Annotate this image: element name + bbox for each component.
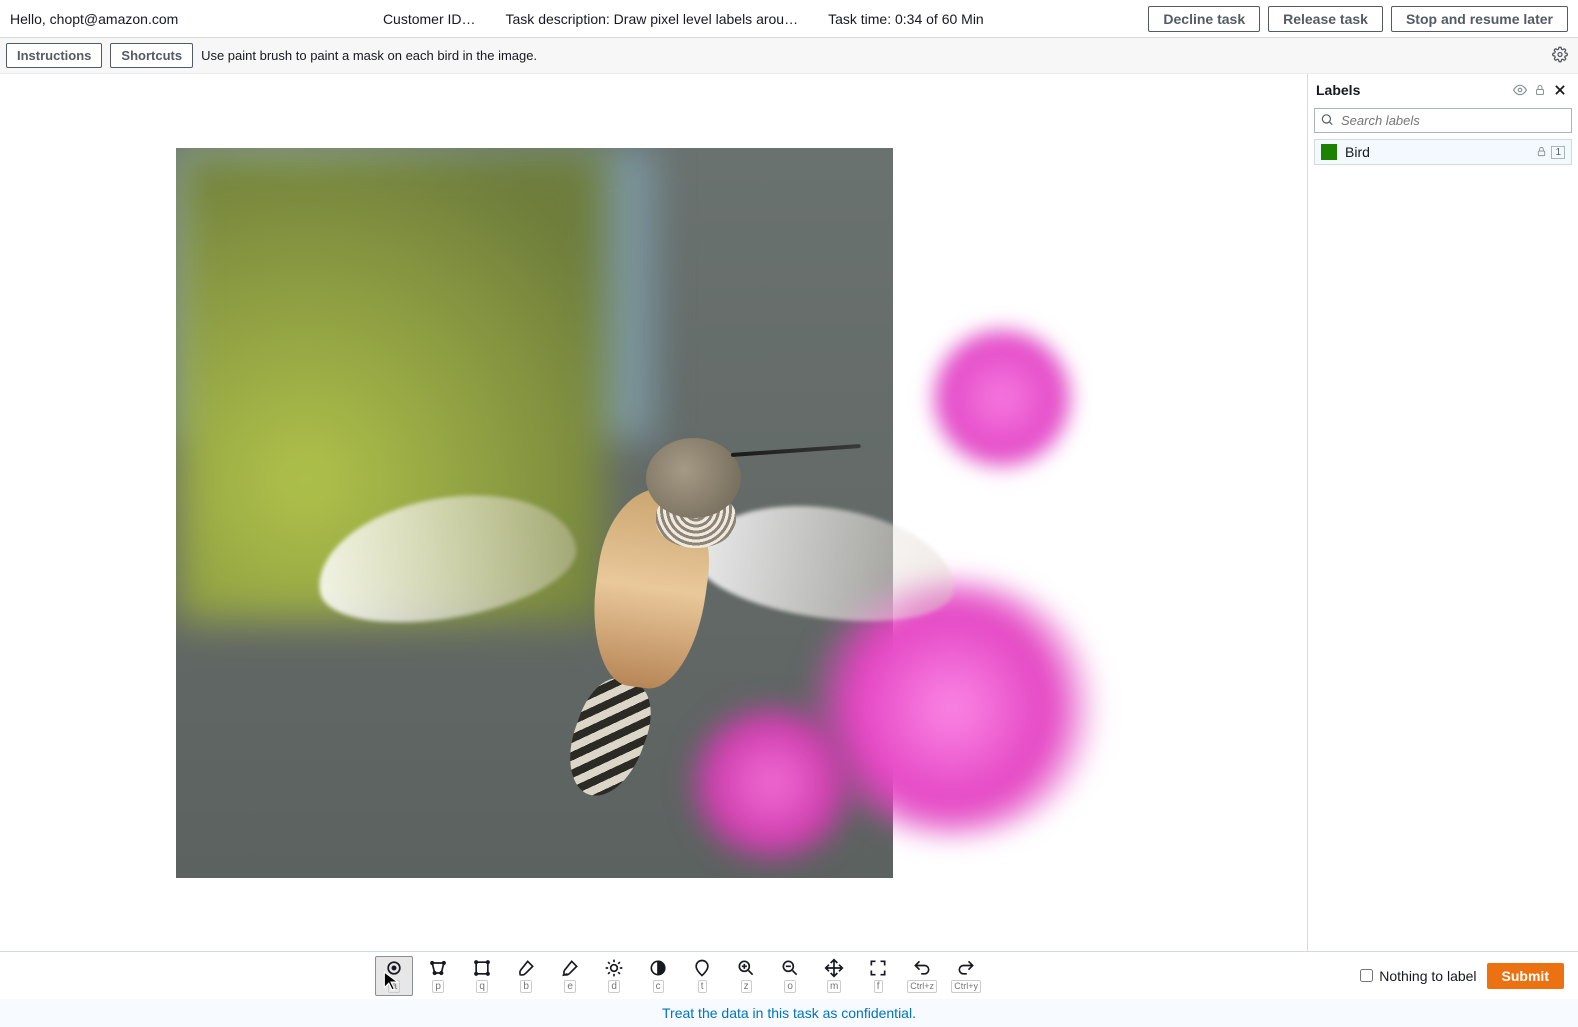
contrast-tool-icon <box>648 958 668 978</box>
header-center: Customer ID… Task description: Draw pixe… <box>218 11 1148 27</box>
tool-shortcut-key: z <box>741 980 752 993</box>
eraser-tool[interactable]: e <box>551 956 589 996</box>
redo-tool[interactable]: Ctrl+y <box>947 956 985 996</box>
pan-tool[interactable]: m <box>815 956 853 996</box>
brush-tool-icon <box>516 958 536 978</box>
release-task-button[interactable]: Release task <box>1268 6 1383 32</box>
tool-shortcut-key: m <box>827 980 841 993</box>
greyscale-tool-icon <box>692 958 712 978</box>
tool-shortcut-key: c <box>653 980 664 993</box>
submit-button[interactable]: Submit <box>1487 963 1564 989</box>
tool-shortcut-key: o <box>784 980 796 993</box>
label-row[interactable]: Bird 1 <box>1314 139 1572 165</box>
zoom-in-tool-icon <box>736 958 756 978</box>
brush-tool[interactable]: b <box>507 956 545 996</box>
labels-header: Labels <box>1308 74 1578 106</box>
tool-shortcut-key: Ctrl+y <box>951 980 981 993</box>
zoom-out-tool[interactable]: o <box>771 956 809 996</box>
footer-confidential: Treat the data in this task as confident… <box>0 999 1578 1027</box>
point-tool-icon <box>384 958 404 978</box>
polygon-tool[interactable]: p <box>419 956 457 996</box>
instructions-button[interactable]: Instructions <box>6 43 102 68</box>
visibility-icon[interactable] <box>1510 80 1530 100</box>
greeting-text: Hello, chopt@amazon.com <box>10 11 218 27</box>
label-shortcut-key: 1 <box>1551 146 1565 159</box>
image-bird-head <box>646 438 741 518</box>
annotation-canvas[interactable] <box>176 148 1132 878</box>
stop-resume-button[interactable]: Stop and resume later <box>1391 6 1568 32</box>
box-tool-icon <box>472 958 492 978</box>
decline-task-button[interactable]: Decline task <box>1148 6 1260 32</box>
labels-panel: Labels Bird 1 <box>1308 74 1578 951</box>
tool-strip: a p q b e d c t z o m f Ctrl+z Ctrl+y <box>0 956 1360 996</box>
point-tool[interactable]: a <box>375 956 413 996</box>
fit-tool-icon <box>868 958 888 978</box>
close-icon[interactable] <box>1550 80 1570 100</box>
label-name: Bird <box>1345 144 1370 160</box>
task-time-text: Task time: 0:34 of 60 Min <box>828 11 984 27</box>
task-description-text: Task description: Draw pixel level label… <box>506 11 799 27</box>
tool-shortcut-key: f <box>874 980 883 993</box>
customer-id-text: Customer ID… <box>383 11 476 27</box>
contrast-tool[interactable]: c <box>639 956 677 996</box>
header-actions: Decline task Release task Stop and resum… <box>1148 6 1568 32</box>
nothing-to-label-text: Nothing to label <box>1379 968 1476 984</box>
zoom-in-tool[interactable]: z <box>727 956 765 996</box>
nothing-to-label-wrap[interactable]: Nothing to label <box>1360 968 1476 984</box>
toolbar-right: Nothing to label Submit <box>1360 963 1578 989</box>
tool-shortcut-key: q <box>476 980 488 993</box>
pan-tool-icon <box>824 958 844 978</box>
fit-tool[interactable]: f <box>859 956 897 996</box>
undo-tool[interactable]: Ctrl+z <box>903 956 941 996</box>
tool-shortcut-key: e <box>564 980 576 993</box>
toolbar: a p q b e d c t z o m f Ctrl+z Ctrl+y Nothing to labe… <box>0 951 1578 999</box>
header-bar: Hello, chopt@amazon.com Customer ID… Tas… <box>0 0 1578 38</box>
main-area: Labels Bird 1 <box>0 74 1578 951</box>
lock-icon[interactable] <box>1536 144 1547 160</box>
box-tool[interactable]: q <box>463 956 501 996</box>
tool-shortcut-key: b <box>520 980 532 993</box>
canvas-wrap <box>0 74 1308 951</box>
label-color-swatch <box>1321 144 1337 160</box>
tool-shortcut-key: a <box>388 980 400 993</box>
settings-icon[interactable] <box>1552 46 1568 65</box>
redo-tool-icon <box>956 958 976 978</box>
tool-shortcut-key: Ctrl+z <box>907 980 937 993</box>
image-flower <box>932 328 1072 468</box>
labels-search <box>1314 108 1572 133</box>
hint-text: Use paint brush to paint a mask on each … <box>201 48 537 63</box>
tool-shortcut-key: d <box>608 980 620 993</box>
eraser-tool-icon <box>560 958 580 978</box>
shortcuts-button[interactable]: Shortcuts <box>110 43 193 68</box>
tool-shortcut-key: p <box>432 980 444 993</box>
instructions-bar: Instructions Shortcuts Use paint brush t… <box>0 38 1578 74</box>
image-bird <box>396 358 866 738</box>
image-bird-beak <box>730 443 860 456</box>
search-icon <box>1320 112 1334 129</box>
polygon-tool-icon <box>428 958 448 978</box>
labels-search-input[interactable] <box>1314 108 1572 133</box>
zoom-out-tool-icon <box>780 958 800 978</box>
brightness-tool[interactable]: d <box>595 956 633 996</box>
brightness-tool-icon <box>604 958 624 978</box>
undo-tool-icon <box>912 958 932 978</box>
lock-icon[interactable] <box>1530 80 1550 100</box>
labels-title: Labels <box>1316 82 1360 98</box>
tool-shortcut-key: t <box>698 980 707 993</box>
greyscale-tool[interactable]: t <box>683 956 721 996</box>
nothing-to-label-checkbox[interactable] <box>1360 969 1373 982</box>
